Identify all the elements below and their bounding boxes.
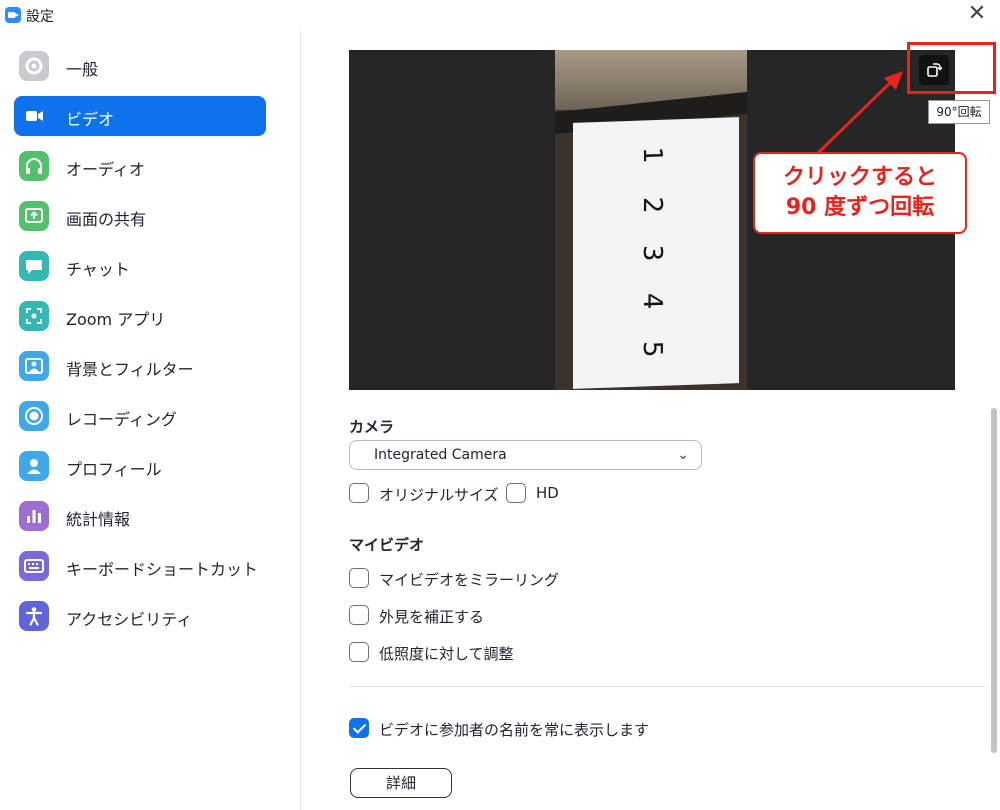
sidebar-item-label: 統計情報 (66, 510, 131, 529)
sidebar-item-statistics[interactable]: 統計情報 (14, 496, 266, 536)
sidebar-item-keyboard-shortcuts[interactable]: キーボードショートカット (14, 546, 266, 586)
always-show-names-label: ビデオに参加者の名前を常に表示します (379, 721, 650, 739)
original-size-checkbox[interactable] (349, 483, 369, 503)
sidebar-item-label: 背景とフィルター (66, 360, 194, 379)
hd-checkbox[interactable] (506, 483, 526, 503)
sidebar-item-label: アクセシビリティ (66, 610, 193, 629)
touch-up-label: 外見を補正する (379, 608, 485, 626)
rotate-tooltip: 90°回転 (928, 100, 990, 124)
sidebar-item-recording[interactable]: レコーディング (14, 396, 266, 436)
sidebar-item-label: ビデオ (66, 110, 115, 129)
camera-select-value: Integrated Camera (374, 447, 507, 463)
paper-number: 3 (637, 244, 667, 262)
close-button[interactable]: ✕ (964, 2, 990, 28)
always-show-names-checkbox[interactable] (349, 718, 369, 738)
sidebar-item-label: プロフィール (66, 460, 162, 479)
mirror-video-checkbox[interactable] (349, 568, 369, 588)
window-title: 設定 (26, 9, 54, 25)
sidebar-item-general[interactable]: 一般 (14, 46, 266, 86)
hd-label: HD (536, 484, 559, 502)
mirror-video-label: マイビデオをミラーリング (379, 571, 560, 589)
sidebar-item-label: チャット (66, 260, 130, 279)
settings-sidebar: 一般 ビデオ オーディオ 画面の共有 チャット Zoom アプリ 背景とフィルタ… (0, 30, 301, 810)
recording-icon (19, 401, 49, 431)
video-settings-panel: 1 2 3 4 5 カメラ Integrated Camera ⌄ オリジナルサ… (302, 30, 1000, 810)
original-size-label: オリジナルサイズ (379, 486, 499, 504)
keyboard-icon (19, 551, 49, 581)
statistics-icon (19, 501, 49, 531)
sidebar-item-audio[interactable]: オーディオ (14, 146, 266, 186)
section-divider (349, 686, 985, 687)
sidebar-item-background-filter[interactable]: 背景とフィルター (14, 346, 266, 386)
rotate-callout: クリックすると 90 度ずつ回転 (753, 152, 967, 234)
zoom-apps-icon (19, 301, 49, 331)
sidebar-item-label: 一般 (66, 60, 99, 79)
low-light-label: 低照度に対して調整 (379, 645, 514, 663)
headphones-icon (19, 151, 49, 181)
camera-select[interactable]: Integrated Camera ⌄ (349, 440, 702, 470)
paper-number: 5 (637, 340, 667, 358)
sidebar-item-label: 画面の共有 (66, 210, 147, 229)
screen-share-icon (19, 201, 49, 231)
callout-line: クリックすると (782, 165, 937, 190)
my-video-section-title: マイビデオ (349, 536, 425, 554)
chat-bubble-icon (19, 251, 49, 281)
callout-line: 90 度ずつ回転 (785, 195, 935, 220)
title-bar: 設定 ✕ (0, 0, 1000, 30)
sidebar-item-label: キーボードショートカット (66, 560, 259, 579)
touch-up-checkbox[interactable] (349, 605, 369, 625)
sidebar-item-label: レコーディング (66, 410, 177, 429)
advanced-button[interactable]: 詳細 (350, 768, 452, 798)
sidebar-item-profile[interactable]: プロフィール (14, 446, 266, 486)
accessibility-icon (19, 601, 49, 631)
paper-number: 2 (637, 196, 667, 214)
zoom-app-icon (5, 7, 21, 23)
scrollbar[interactable] (991, 408, 997, 753)
sidebar-item-screen-share[interactable]: 画面の共有 (14, 196, 266, 236)
low-light-checkbox[interactable] (349, 642, 369, 662)
background-filter-icon (19, 351, 49, 381)
sidebar-item-label: オーディオ (66, 160, 145, 179)
gear-icon (19, 51, 49, 81)
sidebar-item-accessibility[interactable]: アクセシビリティ (14, 596, 266, 636)
paper-number: 4 (637, 292, 667, 310)
profile-icon (19, 451, 49, 481)
camera-section-title: カメラ (349, 418, 395, 436)
sidebar-item-chat[interactable]: チャット (14, 246, 266, 286)
sidebar-item-video[interactable]: ビデオ (14, 96, 266, 136)
rotate-highlight-box (907, 42, 996, 94)
paper-sheet: 1 2 3 4 5 (573, 117, 739, 389)
paper-number: 1 (637, 146, 667, 164)
sidebar-item-label: Zoom アプリ (66, 310, 166, 329)
chevron-down-icon: ⌄ (677, 447, 689, 463)
video-camera-icon (19, 101, 49, 131)
sidebar-item-zoom-apps[interactable]: Zoom アプリ (14, 296, 266, 336)
camera-feed-image: 1 2 3 4 5 (555, 50, 747, 390)
